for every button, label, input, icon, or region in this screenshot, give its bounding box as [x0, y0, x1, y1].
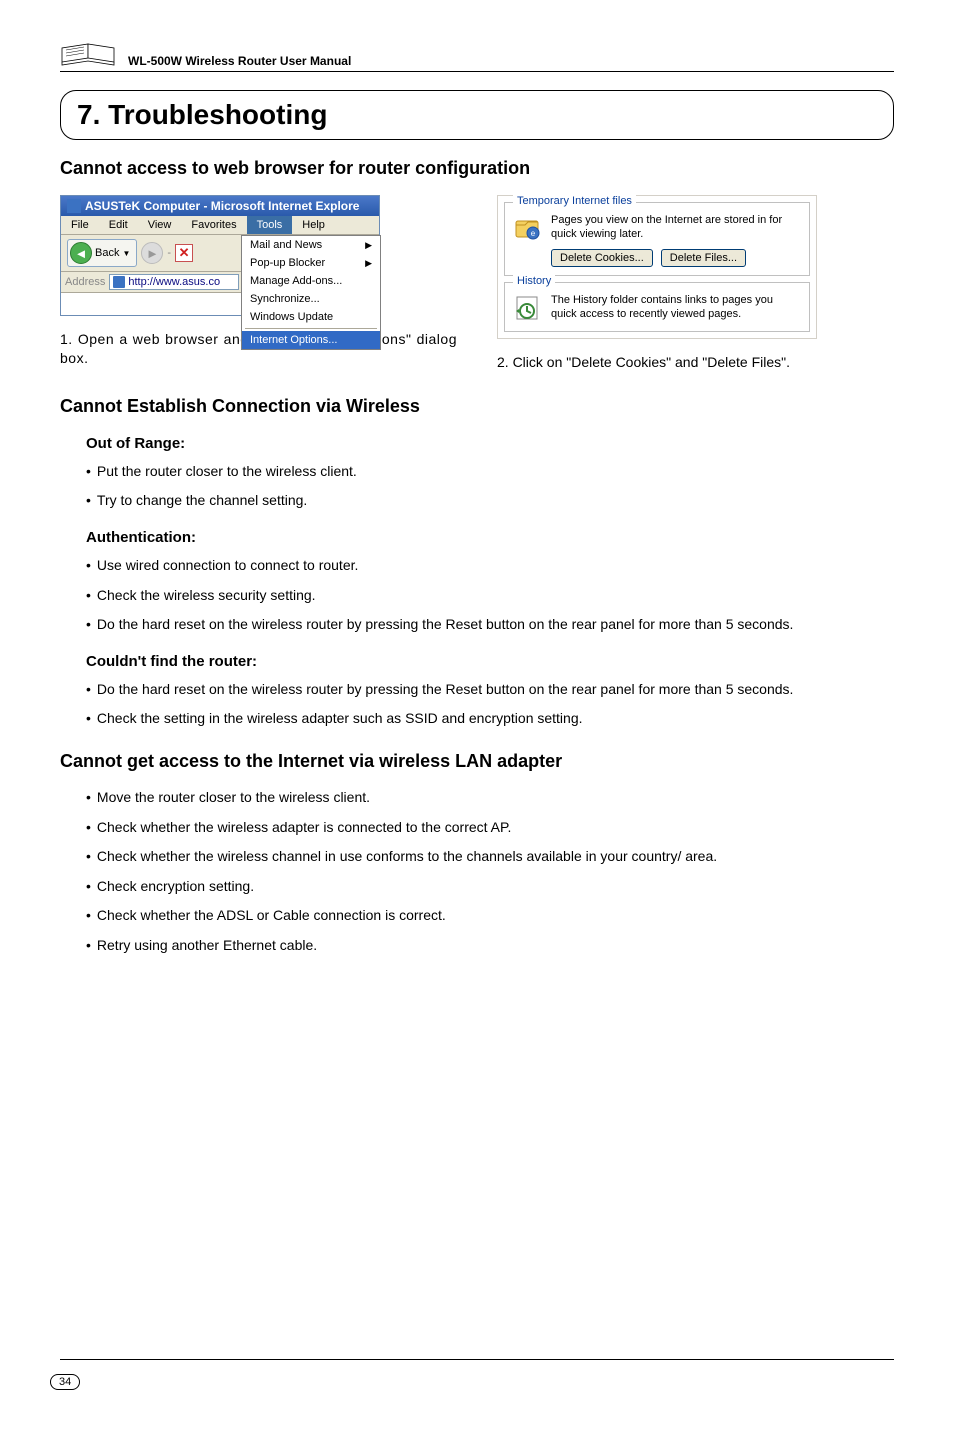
delete-cookies-button[interactable]: Delete Cookies... — [551, 249, 653, 267]
ie-page-icon — [113, 276, 125, 288]
menu-file[interactable]: File — [61, 216, 99, 234]
sub-couldnt-find: Couldn't find the router: — [86, 653, 894, 670]
dropdown-arrow-icon: ▼ — [122, 249, 130, 258]
address-field[interactable]: http://www.asus.co — [109, 274, 239, 290]
svg-text:e: e — [531, 229, 536, 238]
temp-files-title: Temporary Internet files — [513, 195, 636, 207]
dd-windows-update[interactable]: Windows Update — [242, 308, 380, 326]
list-item: Check whether the wireless adapter is co… — [86, 818, 894, 838]
address-bar: Address http://www.asus.co — [61, 272, 243, 293]
menu-edit[interactable]: Edit — [99, 216, 138, 234]
history-icon — [513, 293, 543, 323]
internet-options-panel: Temporary Internet files e Pages you vie… — [497, 195, 817, 339]
section2-title: Cannot Establish Connection via Wireless — [60, 396, 894, 417]
back-label: Back — [95, 247, 119, 259]
ie-menubar: File Edit View Favorites Tools Help — [61, 216, 379, 235]
address-value: http://www.asus.co — [128, 276, 220, 288]
list-item: Check the wireless security setting. — [86, 586, 894, 606]
list-item: Do the hard reset on the wireless router… — [86, 680, 894, 700]
history-group: History The History folder contains link… — [504, 282, 810, 332]
sub-authentication: Authentication: — [86, 529, 894, 546]
forward-button[interactable]: ► — [141, 242, 163, 264]
delete-files-button[interactable]: Delete Files... — [661, 249, 746, 267]
list-item: Put the router closer to the wireless cl… — [86, 462, 894, 482]
separator: - — [167, 247, 171, 259]
bullets-authentication: Use wired connection to connect to route… — [86, 556, 894, 635]
stop-button[interactable]: ✕ — [175, 244, 193, 262]
back-button[interactable]: ◄ Back ▼ — [67, 239, 137, 267]
menu-view[interactable]: View — [138, 216, 182, 234]
menu-tools[interactable]: Tools — [247, 216, 293, 234]
ie-window-title: ASUSTeK Computer - Microsoft Internet Ex… — [85, 199, 359, 213]
ie-toolbar: ◄ Back ▼ ► - ✕ — [61, 235, 243, 272]
list-item: Try to change the channel setting. — [86, 491, 894, 511]
bullets-out-of-range: Put the router closer to the wireless cl… — [86, 462, 894, 511]
menu-help[interactable]: Help — [292, 216, 335, 234]
caption-2: 2. Click on "Delete Cookies" and "Delete… — [497, 353, 894, 372]
list-item: Retry using another Ethernet cable. — [86, 936, 894, 956]
list-item: Check encryption setting. — [86, 877, 894, 897]
temp-files-icon: e — [513, 213, 543, 243]
page-number: 34 — [50, 1374, 80, 1390]
manual-title: WL-500W Wireless Router User Manual — [128, 54, 351, 68]
ie-app-icon — [67, 199, 81, 213]
address-label: Address — [65, 276, 105, 288]
history-title: History — [513, 275, 555, 287]
footer-rule — [60, 1359, 894, 1360]
section1-title: Cannot access to web browser for router … — [60, 158, 894, 179]
dd-internet-options[interactable]: Internet Options... — [242, 331, 380, 349]
dd-mail-news[interactable]: Mail and News▶ — [242, 236, 380, 254]
dd-popup-blocker[interactable]: Pop-up Blocker▶ — [242, 254, 380, 272]
submenu-arrow-icon: ▶ — [365, 240, 372, 251]
ie-titlebar: ASUSTeK Computer - Microsoft Internet Ex… — [61, 196, 379, 216]
temp-files-text: Pages you view on the Internet are store… — [551, 213, 801, 242]
chapter-title: 7. Troubleshooting — [77, 99, 877, 131]
temp-files-group: Temporary Internet files e Pages you vie… — [504, 202, 810, 276]
ie-window: ASUSTeK Computer - Microsoft Internet Ex… — [60, 195, 380, 316]
back-arrow-icon: ◄ — [70, 242, 92, 264]
page-header: WL-500W Wireless Router User Manual — [60, 40, 894, 72]
dd-synchronize[interactable]: Synchronize... — [242, 290, 380, 308]
bullets-couldnt-find: Do the hard reset on the wireless router… — [86, 680, 894, 729]
sub-out-of-range: Out of Range: — [86, 435, 894, 452]
submenu-arrow-icon: ▶ — [365, 258, 372, 269]
chapter-box: 7. Troubleshooting — [60, 90, 894, 140]
bullets-internet-access: Move the router closer to the wireless c… — [86, 788, 894, 956]
list-item: Use wired connection to connect to route… — [86, 556, 894, 576]
list-item: Move the router closer to the wireless c… — [86, 788, 894, 808]
dd-manage-addons[interactable]: Manage Add-ons... — [242, 272, 380, 290]
section3-title: Cannot get access to the Internet via wi… — [60, 751, 894, 772]
list-item: Check whether the wireless channel in us… — [86, 847, 894, 867]
list-item: Do the hard reset on the wireless router… — [86, 615, 894, 635]
dropdown-separator — [245, 328, 377, 329]
list-item: Check the setting in the wireless adapte… — [86, 709, 894, 729]
list-item: Check whether the ADSL or Cable connecti… — [86, 906, 894, 926]
tools-dropdown: Mail and News▶ Pop-up Blocker▶ Manage Ad… — [241, 235, 381, 350]
history-text: The History folder contains links to pag… — [551, 293, 801, 322]
menu-favorites[interactable]: Favorites — [181, 216, 246, 234]
book-icon — [60, 40, 118, 68]
